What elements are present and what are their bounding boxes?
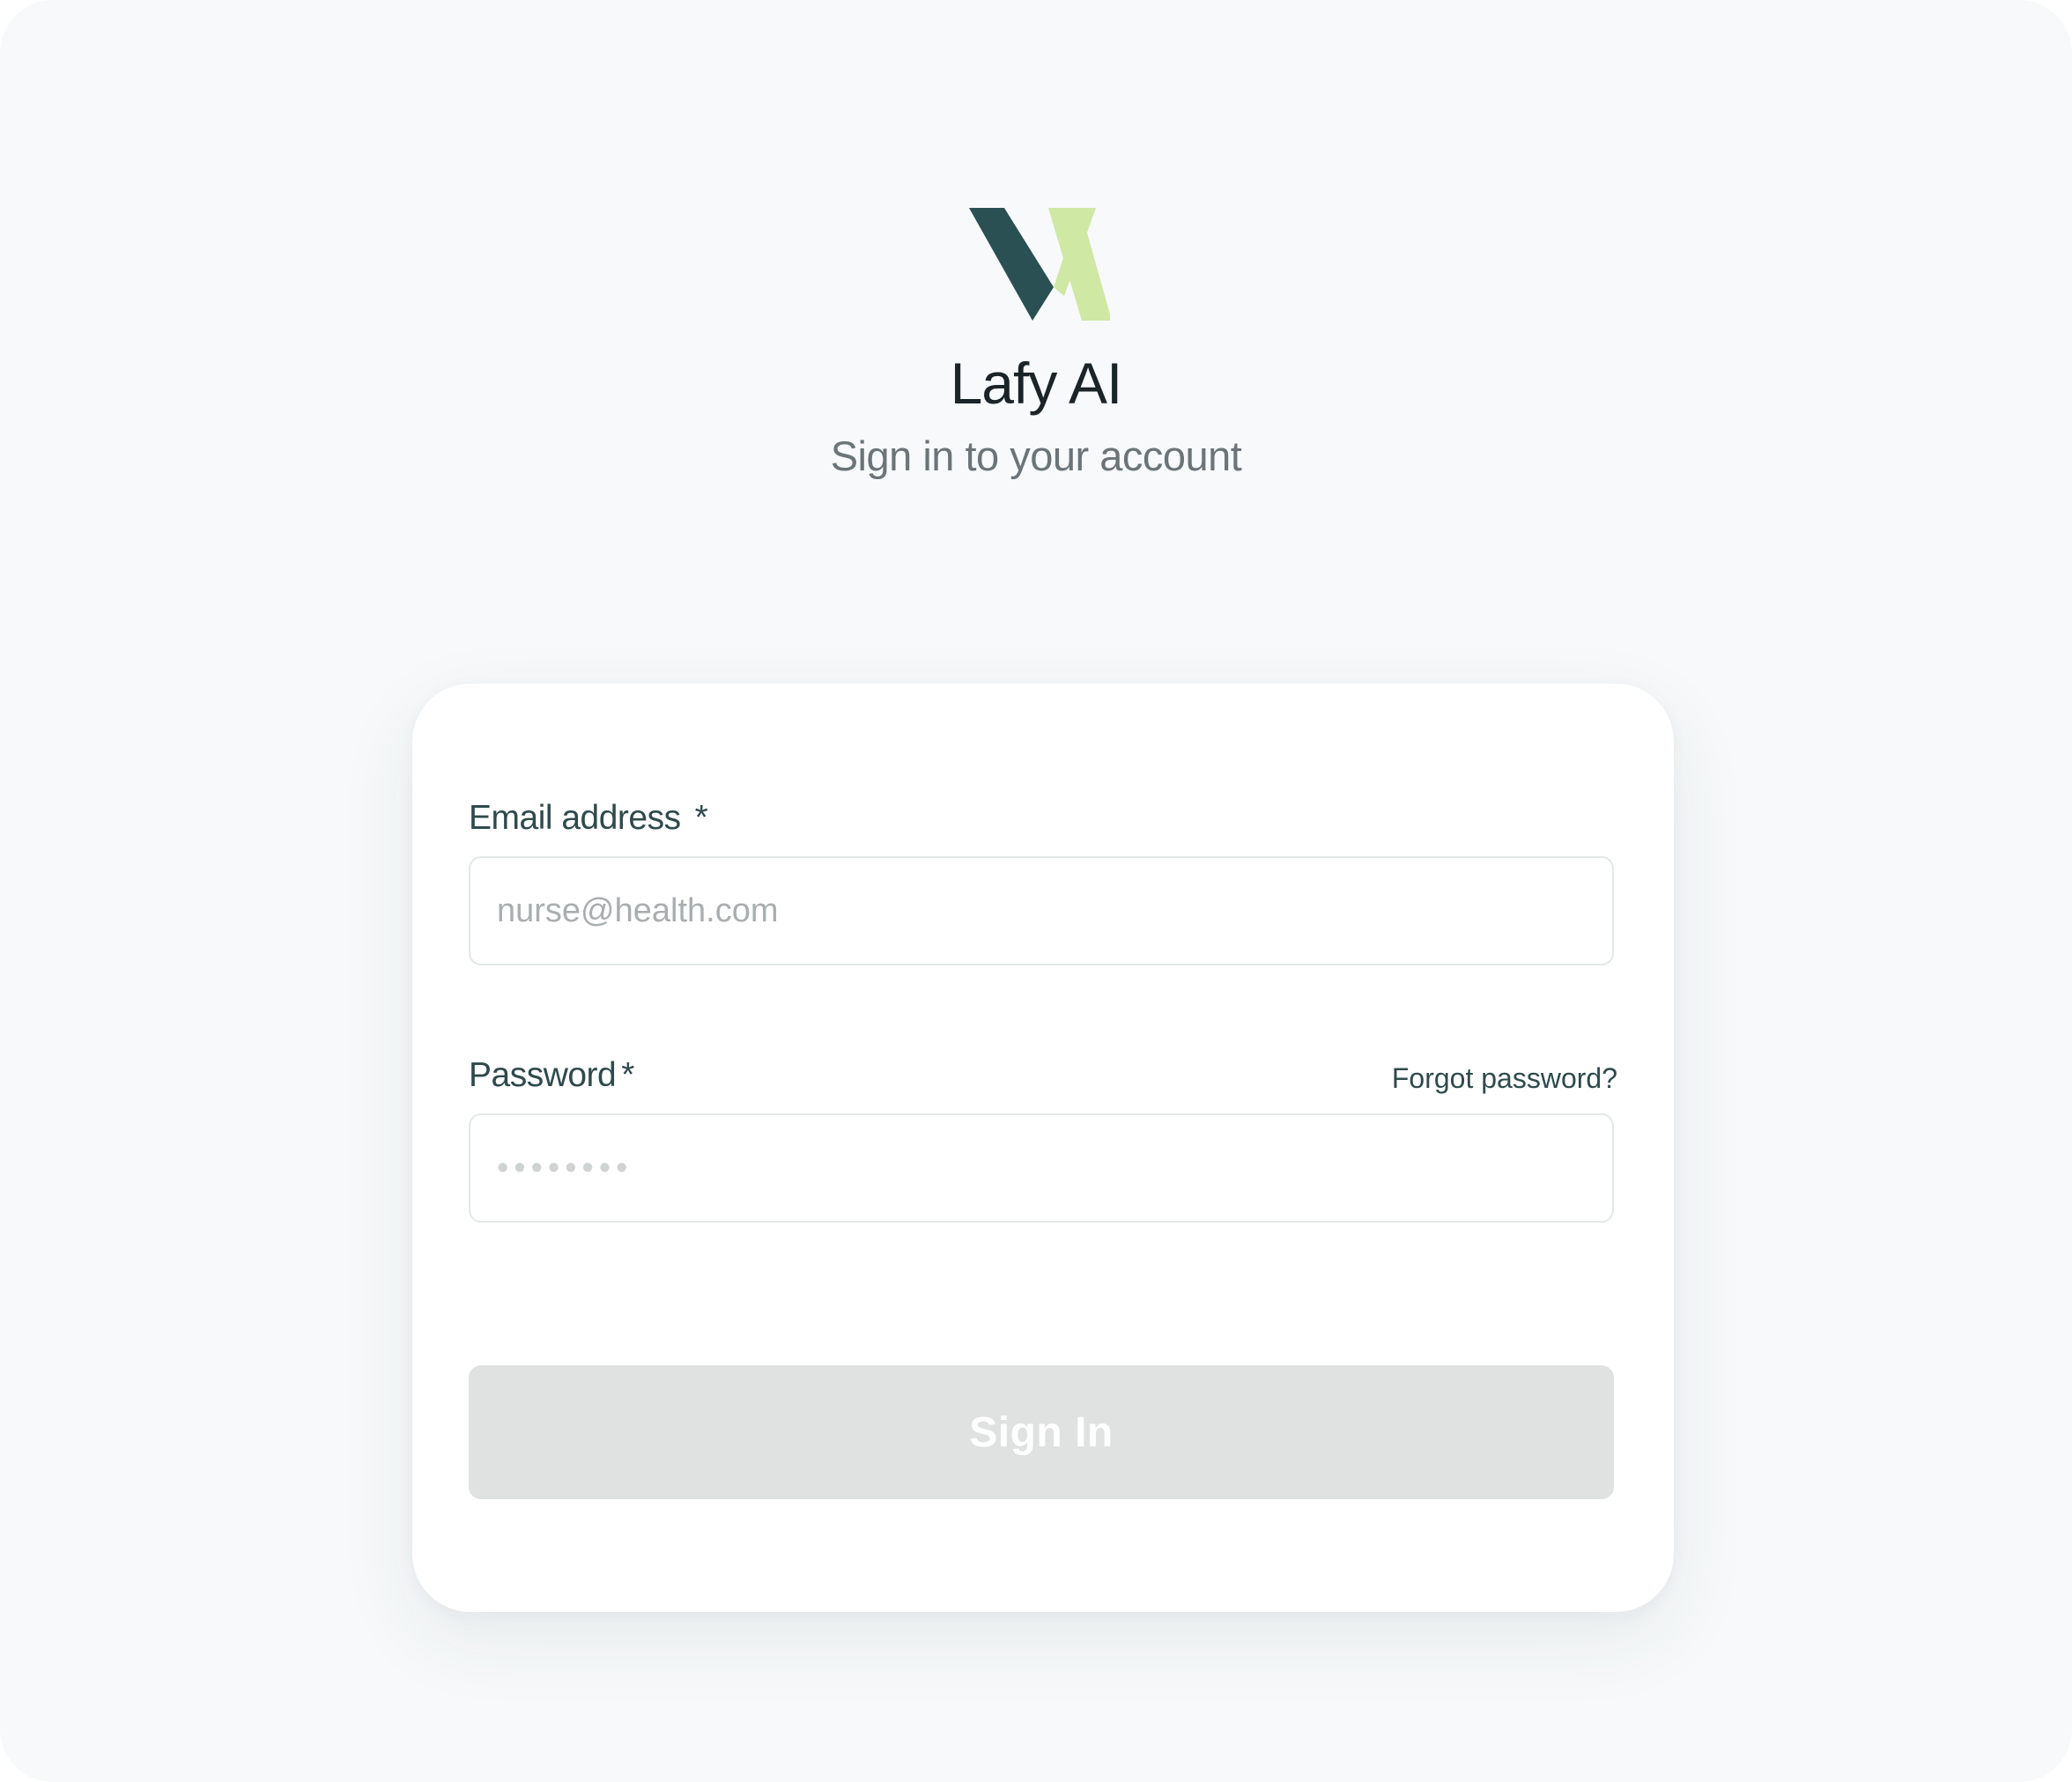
required-marker: *	[694, 799, 708, 837]
email-label-text: Email address	[469, 799, 681, 837]
forgot-password-link[interactable]: Forgot password?	[1392, 1061, 1617, 1096]
lafy-logo-icon	[969, 208, 1110, 321]
password-input[interactable]	[469, 1113, 1614, 1223]
page-subtitle: Sign in to your account	[830, 433, 1242, 479]
email-label: Email address *	[469, 796, 708, 840]
password-label-text: Password	[469, 1056, 617, 1094]
login-page: Lafy AI Sign in to your account Email ad…	[0, 0, 2072, 1782]
sign-in-button[interactable]: Sign In	[469, 1365, 1614, 1499]
email-input[interactable]	[469, 856, 1614, 965]
login-card: Email address* Password* Forgot password…	[412, 684, 1674, 1612]
password-label: Password *	[469, 1054, 634, 1098]
required-marker: *	[621, 1056, 634, 1094]
app-title: Lafy AI	[950, 351, 1123, 416]
